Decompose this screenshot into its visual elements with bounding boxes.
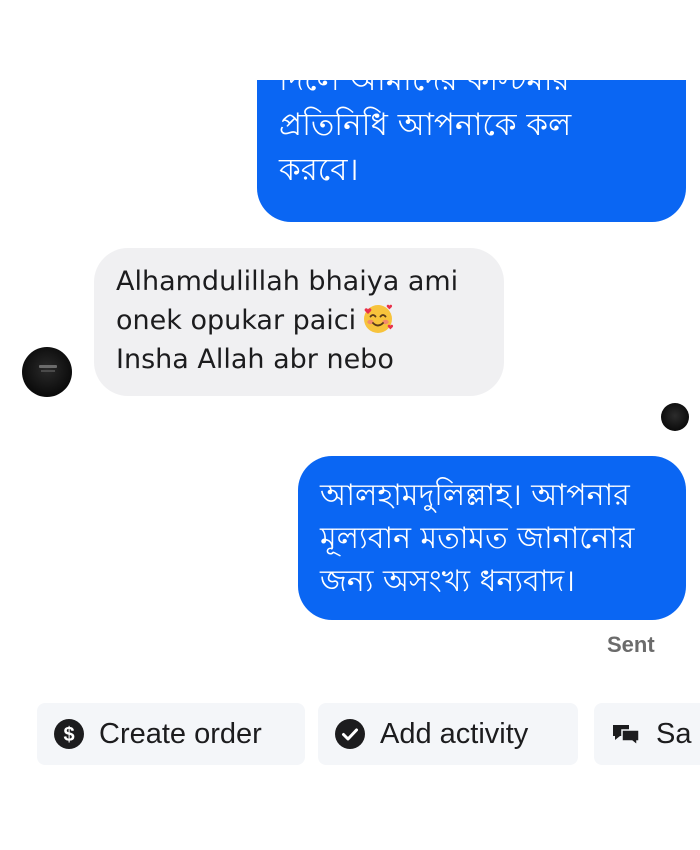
add-activity-button[interactable]: Add activity (318, 703, 578, 765)
add-activity-label: Add activity (380, 717, 529, 750)
message-text-line: আলহামদুলিল্লাহ। আপনার (320, 478, 630, 513)
create-order-button[interactable]: $ Create order (37, 703, 305, 765)
message-text-line: Insha Allah abr nebo (116, 344, 394, 375)
incoming-message-bubble[interactable]: Alhamdulillah bhaiya ami onek opukar pai… (94, 248, 504, 396)
dollar-icon: $ (54, 719, 84, 749)
message-text-line: জন্য অসংখ্য ধন্যবাদ। (320, 564, 575, 599)
message-text-line: দিলে আমাদের কাস্টমার (279, 80, 570, 98)
message-text-line: Alhamdulillah bhaiya ami (116, 266, 459, 297)
outgoing-message-bubble-top[interactable]: দিলে আমাদের কাস্টমার প্রতিনিধি আপনাকে কল… (257, 80, 686, 222)
message-status: Sent (607, 632, 655, 657)
saved-replies-button[interactable]: Sa (594, 703, 700, 765)
outgoing-message-bubble[interactable]: আলহামদুলিল্লাহ। আপনার মূল্যবান মতামত জান… (298, 456, 686, 620)
saved-replies-label: Sa (656, 717, 692, 750)
create-order-label: Create order (99, 717, 262, 750)
message-text-line: onek opukar paici (116, 305, 357, 336)
saved-replies-icon (613, 725, 640, 747)
svg-text:$: $ (63, 724, 74, 746)
read-receipt-avatar (661, 403, 689, 431)
smiling-face-with-hearts-icon (364, 304, 394, 333)
message-text-line: করবে। (279, 152, 359, 188)
check-circle-icon (335, 719, 365, 749)
message-text-line: প্রতিনিধি আপনাকে কল (279, 107, 572, 143)
contact-avatar[interactable] (22, 347, 72, 397)
message-text-line: মূল্যবান মতামত জানানোর (320, 521, 635, 556)
